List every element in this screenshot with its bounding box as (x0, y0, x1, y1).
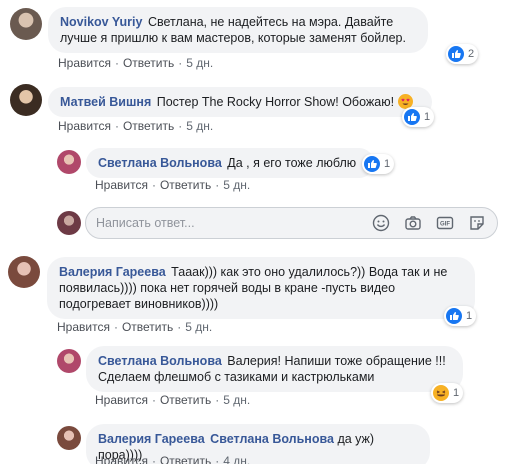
reaction-count: 1 (424, 111, 431, 123)
sticker-icon[interactable] (467, 213, 487, 233)
comment-actions: Нравится · Ответить · 5 дн. (95, 178, 251, 192)
reply-link[interactable]: Ответить (160, 393, 211, 407)
current-user-avatar (57, 211, 81, 235)
reaction-summary[interactable]: 1 (402, 107, 435, 127)
timestamp[interactable]: 5 дн. (186, 119, 213, 133)
timestamp[interactable]: 5 дн. (223, 393, 250, 407)
avatar-valeria-gareeva[interactable] (57, 426, 81, 450)
reaction-summary[interactable]: 1 (431, 383, 464, 403)
haha-reaction-icon (433, 385, 449, 401)
like-reaction-icon (364, 156, 380, 172)
comment-author[interactable]: Светлана Вольнова (98, 354, 222, 368)
comment-text: Постер The Rocky Horror Show! Обожаю! (156, 95, 395, 109)
comment-actions: Нравится · Ответить · 4 дн. (95, 454, 250, 464)
comment-bubble: Матвей Вишня Постер The Rocky Horror Sho… (48, 87, 432, 117)
like-link[interactable]: Нравится (95, 393, 148, 407)
timestamp[interactable]: 4 дн. (223, 454, 250, 464)
mention-link[interactable]: Светлана Вольнова (210, 432, 334, 446)
camera-icon[interactable] (403, 213, 423, 233)
timestamp[interactable]: 5 дн. (185, 320, 212, 334)
like-reaction-icon (448, 46, 464, 62)
avatar-novikov-yuriy[interactable] (10, 8, 42, 40)
like-reaction-icon (446, 308, 462, 324)
reaction-count: 2 (468, 48, 475, 60)
avatar-valeria-gareeva[interactable] (8, 256, 40, 288)
reply-link[interactable]: Ответить (160, 178, 211, 192)
comment-actions: Нравится · Ответить · 5 дн. (58, 56, 214, 70)
reaction-count: 1 (453, 387, 460, 399)
comment-actions: Нравится · Ответить · 5 дн. (95, 393, 251, 407)
reaction-summary[interactable]: 2 (446, 44, 479, 64)
like-link[interactable]: Нравится (95, 454, 148, 464)
comment-bubble: Валерия Гареева Тааак))) как это оно уда… (47, 257, 475, 319)
like-reaction-icon (404, 109, 420, 125)
reply-input-box[interactable]: Написать ответ... GIF (85, 207, 498, 239)
like-link[interactable]: Нравится (95, 178, 148, 192)
comment-actions: Нравится · Ответить · 5 дн. (57, 320, 213, 334)
reply-input[interactable]: Написать ответ... (96, 216, 359, 230)
reply-bubble: Светлана Вольнова Да , я его тоже люблю (86, 148, 374, 178)
comment-author[interactable]: Валерия Гареева (98, 432, 205, 446)
timestamp[interactable]: 5 дн. (223, 178, 250, 192)
reaction-summary[interactable]: 1 (362, 154, 395, 174)
reply-link[interactable]: Ответить (122, 320, 173, 334)
reaction-summary[interactable]: 1 (444, 306, 477, 326)
reply-link[interactable]: Ответить (123, 119, 174, 133)
like-link[interactable]: Нравится (57, 320, 110, 334)
reply-link[interactable]: Ответить (160, 454, 211, 464)
comment-author[interactable]: Матвей Вишня (60, 95, 151, 109)
comment-bubble: Novikov Yuriy Светлана, не надейтесь на … (48, 7, 428, 53)
comment-author[interactable]: Novikov Yuriy (60, 15, 142, 29)
comment-actions: Нравится · Ответить · 5 дн. (58, 119, 214, 133)
reply-link[interactable]: Ответить (123, 56, 174, 70)
like-link[interactable]: Нравится (58, 119, 111, 133)
comment-author[interactable]: Светлана Вольнова (98, 156, 222, 170)
avatar-svetlana-volnova[interactable] (57, 349, 81, 373)
reaction-count: 1 (384, 158, 391, 170)
gif-icon[interactable]: GIF (435, 213, 455, 233)
emoji-icon[interactable] (371, 213, 391, 233)
like-link[interactable]: Нравится (58, 56, 111, 70)
svg-text:GIF: GIF (440, 222, 450, 228)
avatar-svetlana-volnova[interactable] (57, 150, 81, 174)
timestamp[interactable]: 5 дн. (186, 56, 213, 70)
comment-text: Да , я его тоже люблю (227, 156, 357, 170)
avatar-matvey-vishnya[interactable] (10, 84, 42, 116)
reply-bubble: Светлана Вольнова Валерия! Напиши тоже о… (86, 346, 463, 392)
reaction-count: 1 (466, 310, 473, 322)
comment-author[interactable]: Валерия Гареева (59, 265, 166, 279)
